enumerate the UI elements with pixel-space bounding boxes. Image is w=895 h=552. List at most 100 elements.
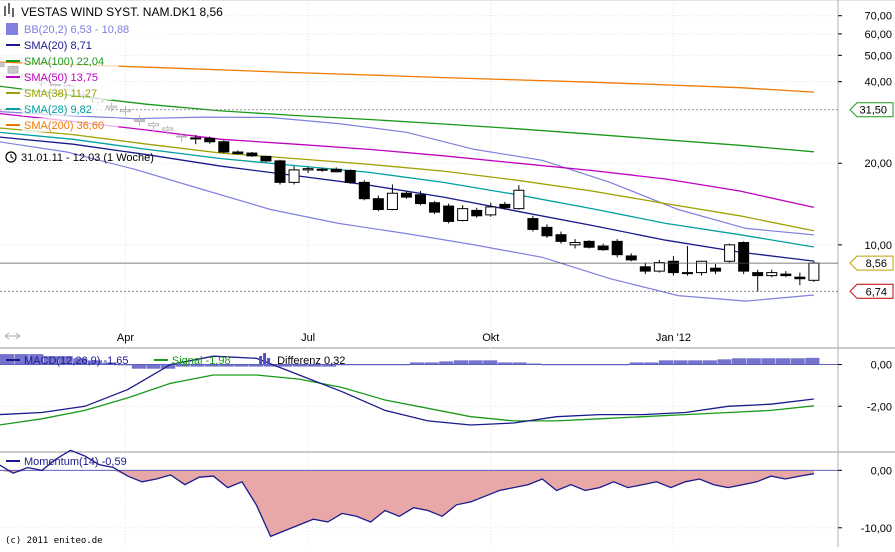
candle-body (780, 273, 792, 277)
chart-canvas: 70,00 60,00 50,00 40,00 20,00 10,00 31,50 8,56… (0, 0, 895, 547)
macd-legend: MACD(12,26,9) -1,65 Signal -1,98 Differenz… (6, 353, 345, 367)
bollinger-band-line (0, 111, 814, 236)
clock-icon (5, 151, 17, 163)
candle-body (260, 155, 272, 162)
candle-body (794, 276, 806, 280)
candle-body (372, 198, 384, 211)
macd-histogram-bar (702, 360, 717, 365)
candle-body (513, 189, 525, 210)
candle-body (302, 168, 314, 171)
candle-body (527, 218, 539, 230)
candle-body (204, 137, 216, 143)
candle-body (457, 208, 469, 221)
candle-body (415, 194, 426, 205)
sma-line (0, 85, 814, 153)
macd-histogram-bar (717, 359, 732, 365)
candle-body (330, 168, 342, 173)
chart-stage: 70,00 60,00 50,00 40,00 20,00 10,00 31,50 8,56… (0, 0, 895, 547)
legend-label: Differenz 0,32 (277, 355, 345, 367)
candle-body (681, 272, 693, 275)
y-tick-label: 70,00 (864, 11, 892, 23)
candle-body (738, 242, 750, 272)
candle-body (162, 127, 174, 131)
candle-body (386, 192, 398, 211)
macd-histogram-bar (146, 364, 161, 369)
candle-body (639, 266, 651, 272)
legend-label: SMA(38) 11,27 (24, 88, 97, 100)
indicator-legend: BB(20,2) 6,53 - 10,88 SMA(20) 8,71 SMA(100… (6, 22, 165, 132)
candle-body (541, 226, 553, 237)
candle-body (316, 168, 328, 171)
macd-histogram-bar (673, 360, 688, 365)
legend-label: Signal -1,98 (172, 355, 231, 367)
chart-header: VESTAS WIND SYST. NAM.DK1 8,56 (4, 3, 223, 19)
legend-label: Momentum(14) -0,59 (24, 456, 127, 468)
copyright: (c) 2011 eniteo.de (5, 536, 103, 546)
candle-body (485, 206, 497, 216)
legend-label: SMA(200) 36,60 (24, 120, 104, 132)
period-label: 31.01.11 - 12.03 (1 Woche) (21, 152, 154, 164)
macd-histogram-bar (790, 358, 805, 365)
macd-histogram-bar (131, 364, 146, 369)
candle-body (358, 181, 370, 200)
chart-icon (4, 3, 14, 17)
y-tick-label: 10,00 (864, 240, 892, 252)
x-tick-label: Okt (482, 332, 499, 344)
candle-body (274, 160, 286, 183)
candle-body (555, 234, 567, 242)
macd-histogram-bar (658, 360, 673, 365)
differenz-bars-icon (259, 353, 271, 364)
y-tick-label: 50,00 (864, 50, 892, 62)
macd-y-tick-label: -2,00 (867, 401, 892, 413)
candle-body (190, 137, 202, 140)
price-tags: 31,50 8,56 6,74 (0, 102, 894, 299)
macd-histogram-bar (453, 360, 469, 365)
candle-body (597, 245, 609, 251)
scroll-handle-icon[interactable] (4, 332, 21, 340)
candle-body (232, 151, 244, 155)
candle-body (808, 262, 820, 281)
candle-body (218, 141, 230, 153)
candle-body (625, 255, 637, 261)
momentum-legend: Momentum(14) -0,59 (6, 456, 127, 468)
price-tag-label: 31,50 (859, 105, 887, 117)
y-tick-label: 40,00 (864, 77, 892, 89)
macd-histogram-bar (732, 358, 747, 365)
macd-line (0, 374, 814, 426)
candle-body (7, 65, 19, 74)
macd-histogram-bar (688, 360, 703, 365)
candle-body (471, 209, 483, 217)
macd-histogram-bar (761, 358, 776, 365)
candle-body (105, 105, 117, 109)
candle-body (499, 203, 511, 209)
candle-body (134, 118, 145, 123)
legend-label: SMA(28) 9,82 (24, 104, 92, 116)
legend-label: BB(20,2) 6,53 - 10,88 (24, 24, 129, 36)
candle-body (246, 152, 258, 157)
candle-body (288, 169, 300, 183)
price-tag-label: 6,74 (866, 286, 887, 298)
legend-label: MACD(12,26,9) -1,65 (24, 355, 129, 367)
sma-line (0, 131, 815, 248)
sma-line (0, 61, 814, 93)
candle-body (583, 240, 595, 248)
macd-y-tick-label: 0,00 (871, 360, 892, 372)
x-tick-label: Apr (117, 332, 134, 344)
candle-body (344, 170, 356, 183)
x-tick-label: Jan '12 (656, 332, 691, 344)
candle-body (443, 205, 455, 222)
y-tick-label: 20,00 (864, 158, 892, 170)
candle-body (49, 84, 61, 87)
sma-line (0, 127, 815, 232)
candle-body (752, 272, 764, 277)
momentum-y-tick-label: 0,00 (871, 465, 892, 477)
candle-body (710, 267, 722, 272)
candle-body (766, 272, 778, 277)
legend-swatch-box (6, 23, 18, 35)
candle-body (653, 262, 665, 272)
momentum-y-tick-label: -10,00 (861, 523, 892, 535)
bollinger-band-line (0, 141, 814, 302)
legend-label: SMA(50) 13,75 (24, 72, 98, 84)
macd-histogram-bar (805, 357, 820, 365)
period-selector[interactable]: 31.01.11 - 12.03 (1 Woche) (5, 151, 154, 164)
